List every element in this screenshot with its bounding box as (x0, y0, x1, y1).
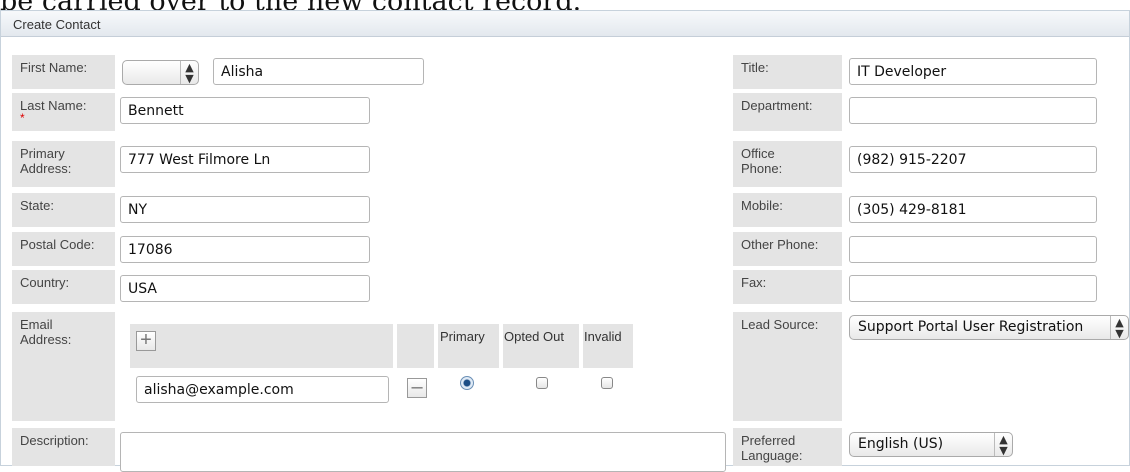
other-phone-input[interactable] (849, 236, 1097, 263)
last-name-label: Last Name: * (12, 93, 115, 131)
email-header-cell (130, 324, 393, 368)
email-input[interactable]: alisha@example.com (136, 376, 389, 403)
opted-out-column-label: Opted Out (504, 329, 564, 344)
fax-label: Fax: (733, 270, 842, 304)
primary-column-label: Primary (440, 329, 485, 344)
postal-code-label: Postal Code: (12, 232, 115, 266)
office-phone-label: Office Phone: (733, 141, 842, 187)
salutation-select[interactable]: ▲ ▼ (122, 60, 199, 85)
invalid-column-label: Invalid (584, 329, 622, 344)
up-down-arrows-icon: ▲ ▼ (994, 433, 1012, 456)
first-name-label: First Name: (12, 55, 115, 89)
email-header-spacer (397, 324, 434, 368)
country-label: Country: (12, 270, 115, 304)
panel-title: Create Contact (13, 17, 101, 32)
opted-out-checkbox[interactable] (536, 377, 548, 389)
last-name-input[interactable]: Bennett (120, 97, 370, 124)
preferred-language-select[interactable]: English (US) ▲ ▼ (849, 432, 1013, 457)
description-label: Description: (12, 428, 115, 466)
required-marker: * (20, 111, 25, 125)
email-address-label: Email Address: (12, 312, 115, 421)
fax-input[interactable] (849, 275, 1097, 302)
title-label: Title: (733, 55, 842, 89)
department-label: Department: (733, 93, 842, 131)
up-down-arrows-icon: ▲ ▼ (1110, 316, 1128, 339)
primary-address-label: Primary Address: (12, 141, 115, 187)
panel-header: Create Contact (1, 11, 1129, 37)
lead-source-label: Lead Source: (733, 312, 842, 421)
state-input[interactable]: NY (120, 196, 370, 223)
title-input[interactable]: IT Developer (849, 58, 1097, 85)
first-name-input[interactable]: Alisha (213, 58, 424, 85)
plus-icon[interactable]: + (136, 330, 156, 351)
invalid-checkbox[interactable] (601, 377, 613, 389)
other-phone-label: Other Phone: (733, 232, 842, 266)
office-phone-input[interactable]: (982) 915-2207 (849, 146, 1097, 173)
preferred-language-label: Preferred Language: (733, 428, 842, 466)
postal-code-input[interactable]: 17086 (120, 236, 370, 263)
mobile-label: Mobile: (733, 193, 842, 227)
country-input[interactable]: USA (120, 275, 370, 302)
minus-icon[interactable]: – (407, 377, 427, 398)
mobile-input[interactable]: (305) 429-8181 (849, 196, 1097, 223)
primary-address-input[interactable]: 777 West Filmore Ln (120, 146, 370, 173)
description-textarea[interactable] (120, 432, 726, 472)
lead-source-select[interactable]: Support Portal User Registration ▲ ▼ (849, 315, 1129, 340)
primary-email-radio[interactable] (460, 376, 474, 390)
state-label: State: (12, 193, 115, 227)
department-input[interactable] (849, 97, 1097, 124)
up-down-arrows-icon: ▲ ▼ (180, 61, 198, 84)
